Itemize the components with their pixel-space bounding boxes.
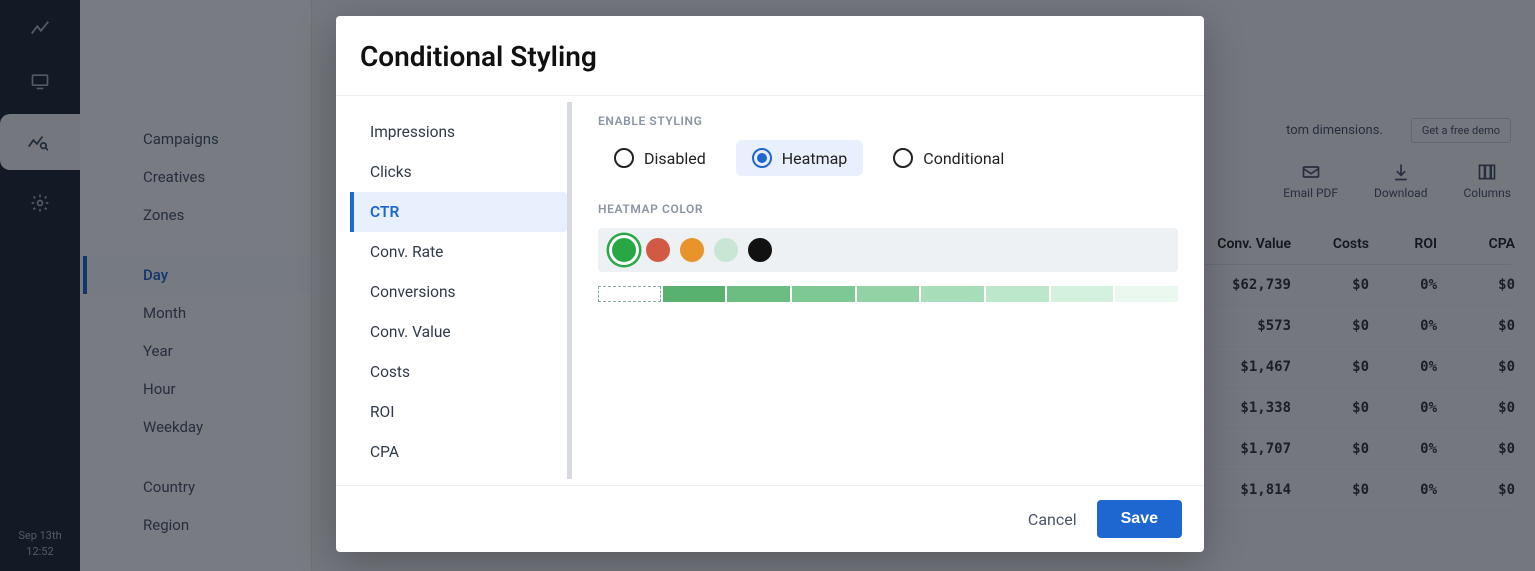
gradient-step <box>1051 286 1114 302</box>
radio-heatmap[interactable]: Heatmap <box>736 140 864 176</box>
metric-item-clicks[interactable]: Clicks <box>350 152 567 192</box>
gradient-step <box>921 286 984 302</box>
gradient-step <box>727 286 790 302</box>
color-swatch[interactable] <box>714 238 738 262</box>
radio-conditional[interactable]: Conditional <box>877 140 1020 176</box>
metric-item-ctr[interactable]: CTR <box>350 192 567 232</box>
radio-label: Disabled <box>644 149 706 168</box>
enable-styling-label: ENABLE STYLING <box>598 114 1178 128</box>
modal-header: Conditional Styling <box>336 16 1204 96</box>
radio-icon <box>614 148 634 168</box>
metric-item-cpa[interactable]: CPA <box>350 432 567 472</box>
gradient-step <box>857 286 920 302</box>
color-swatch[interactable] <box>612 238 636 262</box>
conditional-styling-modal: Conditional Styling ImpressionsClicksCTR… <box>336 16 1204 552</box>
gradient-preview <box>598 286 1178 302</box>
metric-item-impressions[interactable]: Impressions <box>350 112 567 152</box>
radio-label: Conditional <box>923 149 1004 168</box>
save-button[interactable]: Save <box>1097 500 1182 538</box>
modal-footer: Cancel Save <box>336 485 1204 552</box>
styling-mode-radios: Disabled Heatmap Conditional <box>598 140 1178 176</box>
metric-item-costs[interactable]: Costs <box>350 352 567 392</box>
metric-item-conv-rate[interactable]: Conv. Rate <box>350 232 567 272</box>
radio-disabled[interactable]: Disabled <box>598 140 722 176</box>
color-swatch[interactable] <box>680 238 704 262</box>
radio-icon <box>752 148 772 168</box>
metric-item-conversions[interactable]: Conversions <box>350 272 567 312</box>
modal-title: Conditional Styling <box>360 40 1180 73</box>
gradient-step <box>986 286 1049 302</box>
settings-pane: ENABLE STYLING Disabled Heatmap Conditiona… <box>572 96 1204 485</box>
radio-label: Heatmap <box>782 149 848 168</box>
modal-body: ImpressionsClicksCTRConv. RateConversion… <box>336 96 1204 485</box>
cancel-button[interactable]: Cancel <box>1028 510 1077 529</box>
metric-item-roi[interactable]: ROI <box>350 392 567 432</box>
color-swatch[interactable] <box>646 238 670 262</box>
color-swatch[interactable] <box>748 238 772 262</box>
color-swatch-row <box>598 228 1178 272</box>
metric-list[interactable]: ImpressionsClicksCTRConv. RateConversion… <box>336 102 572 479</box>
heatmap-color-label: HEATMAP COLOR <box>598 202 1178 216</box>
gradient-step <box>792 286 855 302</box>
gradient-step <box>663 286 726 302</box>
metric-item-conv-value[interactable]: Conv. Value <box>350 312 567 352</box>
radio-icon <box>893 148 913 168</box>
gradient-step <box>1115 286 1178 302</box>
gradient-step <box>598 286 661 302</box>
